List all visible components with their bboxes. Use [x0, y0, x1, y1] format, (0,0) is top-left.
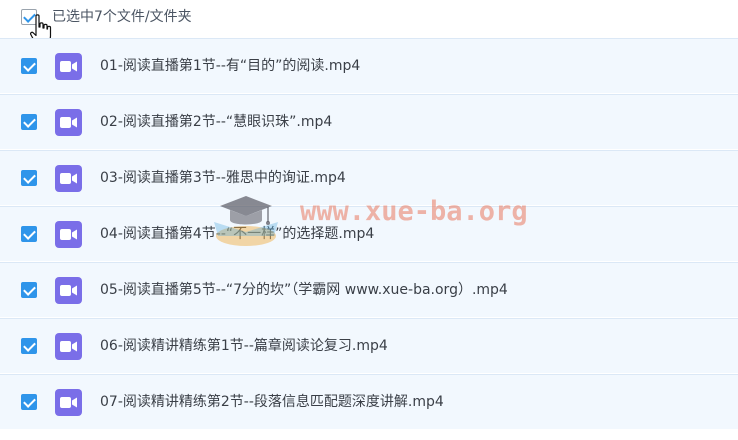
row-checkbox[interactable] [21, 226, 37, 242]
file-name[interactable]: 02-阅读直播第2节--“慧眼识珠”.mp4 [100, 113, 332, 131]
file-row[interactable]: 02-阅读直播第2节--“慧眼识珠”.mp4 [0, 94, 738, 149]
file-row[interactable]: 04-阅读直播第4节--“不一样”的选择题.mp4 [0, 206, 738, 261]
file-name[interactable]: 03-阅读直播第3节--雅思中的询证.mp4 [100, 169, 346, 187]
selection-count-label: 已选中7个文件/文件夹 [52, 9, 192, 25]
file-name[interactable]: 01-阅读直播第1节--有“目的”的阅读.mp4 [100, 57, 360, 75]
file-row[interactable]: 01-阅读直播第1节--有“目的”的阅读.mp4 [0, 38, 738, 93]
row-checkbox[interactable] [21, 338, 37, 354]
selection-header: 已选中7个文件/文件夹 [0, 0, 738, 45]
video-file-icon [55, 109, 82, 136]
file-row[interactable]: 03-阅读直播第3节--雅思中的询证.mp4 [0, 150, 738, 205]
file-row[interactable]: 06-阅读精讲精练第1节--篇章阅读论复习.mp4 [0, 318, 738, 373]
file-row[interactable]: 07-阅读精讲精练第2节--段落信息匹配题深度讲解.mp4 [0, 374, 738, 429]
video-file-icon [55, 221, 82, 248]
file-name[interactable]: 05-阅读直播第5节--“7分的坎”（学霸网 www.xue-ba.org）.m… [100, 281, 508, 299]
file-row[interactable]: 05-阅读直播第5节--“7分的坎”（学霸网 www.xue-ba.org）.m… [0, 262, 738, 317]
video-file-icon [55, 53, 82, 80]
video-file-icon [55, 165, 82, 192]
video-file-icon [55, 333, 82, 360]
video-file-icon [55, 389, 82, 416]
file-name[interactable]: 04-阅读直播第4节--“不一样”的选择题.mp4 [100, 225, 374, 243]
file-name[interactable]: 06-阅读精讲精练第1节--篇章阅读论复习.mp4 [100, 337, 388, 355]
video-file-icon [55, 277, 82, 304]
row-checkbox[interactable] [21, 58, 37, 74]
row-checkbox[interactable] [21, 170, 37, 186]
row-checkbox[interactable] [21, 282, 37, 298]
row-checkbox[interactable] [21, 394, 37, 410]
file-name[interactable]: 07-阅读精讲精练第2节--段落信息匹配题深度讲解.mp4 [100, 393, 444, 411]
row-checkbox[interactable] [21, 114, 37, 130]
